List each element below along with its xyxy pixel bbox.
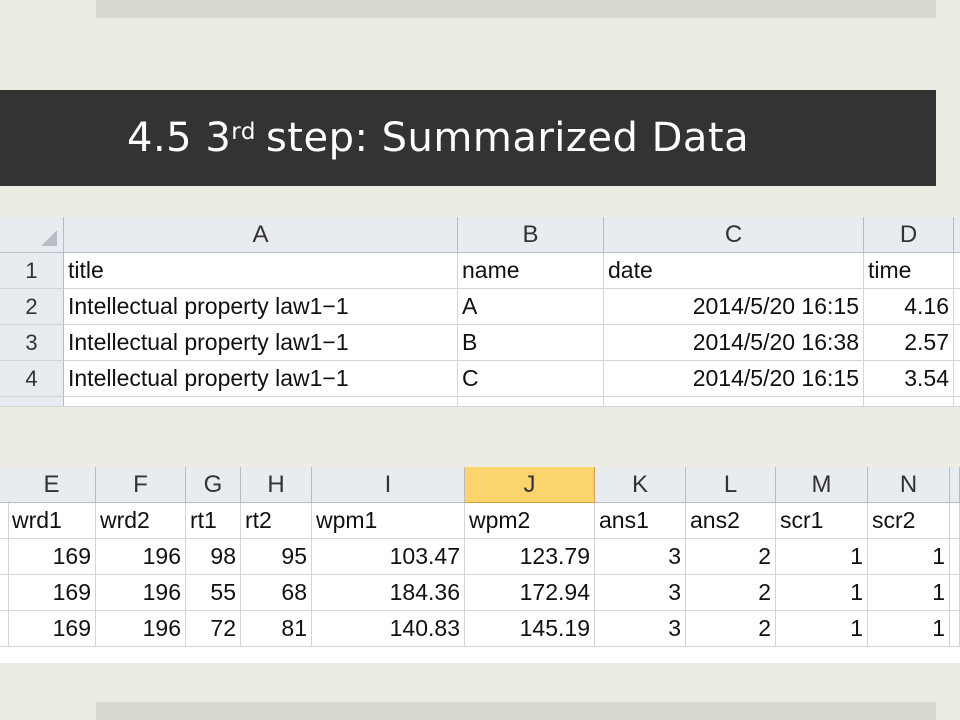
cell-e4[interactable]: 169 <box>8 611 96 647</box>
cell-c1[interactable]: date <box>604 253 864 289</box>
cell-b2[interactable]: A <box>458 289 604 325</box>
cell-b4[interactable]: C <box>458 361 604 397</box>
cell-o3-edge[interactable] <box>950 575 960 611</box>
cell-h2[interactable]: 95 <box>241 539 312 575</box>
cell-g2[interactable]: 98 <box>186 539 241 575</box>
cell-a1[interactable]: title <box>64 253 458 289</box>
column-header-o-edge[interactable] <box>950 467 960 503</box>
cell-h1[interactable]: rt2 <box>241 503 312 539</box>
cell-h4[interactable]: 81 <box>241 611 312 647</box>
top-band <box>96 0 936 18</box>
cell-e5-partial[interactable] <box>954 397 960 407</box>
column-header-f[interactable]: F <box>96 467 186 503</box>
column-header-b[interactable]: B <box>458 217 604 253</box>
cell-j2[interactable]: 123.79 <box>465 539 595 575</box>
bottom-band <box>96 702 936 720</box>
cell-m3[interactable]: 1 <box>776 575 868 611</box>
cell-f1[interactable]: wrd2 <box>96 503 186 539</box>
title-prefix: 4.5 3 <box>127 115 232 161</box>
column-header-m[interactable]: M <box>776 467 868 503</box>
cell-e1[interactable]: wrd1 <box>8 503 96 539</box>
column-header-next[interactable] <box>954 217 960 253</box>
cell-l2[interactable]: 2 <box>686 539 776 575</box>
cell-o4-edge[interactable] <box>950 611 960 647</box>
cell-b5-partial[interactable] <box>458 397 604 407</box>
cell-a3[interactable]: Intellectual property law1−1 <box>64 325 458 361</box>
cell-l3[interactable]: 2 <box>686 575 776 611</box>
cell-b3[interactable]: B <box>458 325 604 361</box>
column-header-h[interactable]: H <box>241 467 312 503</box>
row-header-3[interactable]: 3 <box>0 325 64 361</box>
row-header-1[interactable]: 1 <box>0 253 64 289</box>
cell-e2[interactable]: 169 <box>8 539 96 575</box>
cell-k2[interactable]: 3 <box>595 539 686 575</box>
select-all-corner[interactable] <box>0 217 64 253</box>
cell-n3[interactable]: 1 <box>868 575 950 611</box>
cell-j1[interactable]: wpm2 <box>465 503 595 539</box>
cell-g4[interactable]: 72 <box>186 611 241 647</box>
cell-f4[interactable]: 196 <box>96 611 186 647</box>
cell-g3[interactable]: 55 <box>186 575 241 611</box>
cell-c5-partial[interactable] <box>604 397 864 407</box>
cell-e1-edge[interactable] <box>954 253 960 289</box>
column-header-e[interactable]: E <box>8 467 96 503</box>
column-header-j-selected[interactable]: J <box>465 467 595 503</box>
cell-m2[interactable]: 1 <box>776 539 868 575</box>
cell-l1[interactable]: ans2 <box>686 503 776 539</box>
cell-i3[interactable]: 184.36 <box>312 575 465 611</box>
cell-k3[interactable]: 3 <box>595 575 686 611</box>
column-header-k[interactable]: K <box>595 467 686 503</box>
cell-k4[interactable]: 3 <box>595 611 686 647</box>
cell-a2[interactable]: Intellectual property law1−1 <box>64 289 458 325</box>
cell-d2[interactable]: 4.16 <box>864 289 954 325</box>
cell-a5-partial[interactable] <box>64 397 458 407</box>
title-rest: step: Summarized Data <box>265 115 750 161</box>
cell-e3-edge[interactable] <box>954 325 960 361</box>
cell-n4[interactable]: 1 <box>868 611 950 647</box>
cell-d1[interactable]: time <box>864 253 954 289</box>
cell-i1[interactable]: wpm1 <box>312 503 465 539</box>
cell-n2[interactable]: 1 <box>868 539 950 575</box>
cell-k1[interactable]: ans1 <box>595 503 686 539</box>
cell-e2-edge[interactable] <box>954 289 960 325</box>
cell-f2[interactable]: 196 <box>96 539 186 575</box>
cell-o1-edge[interactable] <box>950 503 960 539</box>
cell-j3[interactable]: 172.94 <box>465 575 595 611</box>
cell-d5-partial[interactable] <box>864 397 954 407</box>
spreadsheet-bottom: E F G H I J K L M N wrd1 wrd2 rt1 rt2 wp… <box>0 467 960 663</box>
cell-b1[interactable]: name <box>458 253 604 289</box>
column-header-l[interactable]: L <box>686 467 776 503</box>
spreadsheet-top: A B C D 1 title name date time 2 Intelle… <box>0 217 960 407</box>
cell-c4[interactable]: 2014/5/20 16:15 <box>604 361 864 397</box>
column-header-i[interactable]: I <box>312 467 465 503</box>
column-header-n[interactable]: N <box>868 467 950 503</box>
row-header-5-partial[interactable] <box>0 397 64 407</box>
cell-n1[interactable]: scr2 <box>868 503 950 539</box>
cell-d3[interactable]: 2.57 <box>864 325 954 361</box>
row-header-2[interactable]: 2 <box>0 289 64 325</box>
column-header-d[interactable]: D <box>864 217 954 253</box>
cell-e4-edge[interactable] <box>954 361 960 397</box>
cell-f3[interactable]: 196 <box>96 575 186 611</box>
column-header-c[interactable]: C <box>604 217 864 253</box>
cell-c2[interactable]: 2014/5/20 16:15 <box>604 289 864 325</box>
cell-g1[interactable]: rt1 <box>186 503 241 539</box>
cell-h3[interactable]: 68 <box>241 575 312 611</box>
cell-a4[interactable]: Intellectual property law1−1 <box>64 361 458 397</box>
cell-m1[interactable]: scr1 <box>776 503 868 539</box>
cell-c3[interactable]: 2014/5/20 16:38 <box>604 325 864 361</box>
cell-j4[interactable]: 145.19 <box>465 611 595 647</box>
cell-m4[interactable]: 1 <box>776 611 868 647</box>
cell-d4[interactable]: 3.54 <box>864 361 954 397</box>
cell-o2-edge[interactable] <box>950 539 960 575</box>
cell-l4[interactable]: 2 <box>686 611 776 647</box>
column-header-g[interactable]: G <box>186 467 241 503</box>
cell-i4[interactable]: 140.83 <box>312 611 465 647</box>
slide-title: 4.5 3rd step: Summarized Data <box>0 90 936 186</box>
column-header-a[interactable]: A <box>64 217 458 253</box>
cell-i2[interactable]: 103.47 <box>312 539 465 575</box>
row-header-4[interactable]: 4 <box>0 361 64 397</box>
cell-e3[interactable]: 169 <box>8 575 96 611</box>
